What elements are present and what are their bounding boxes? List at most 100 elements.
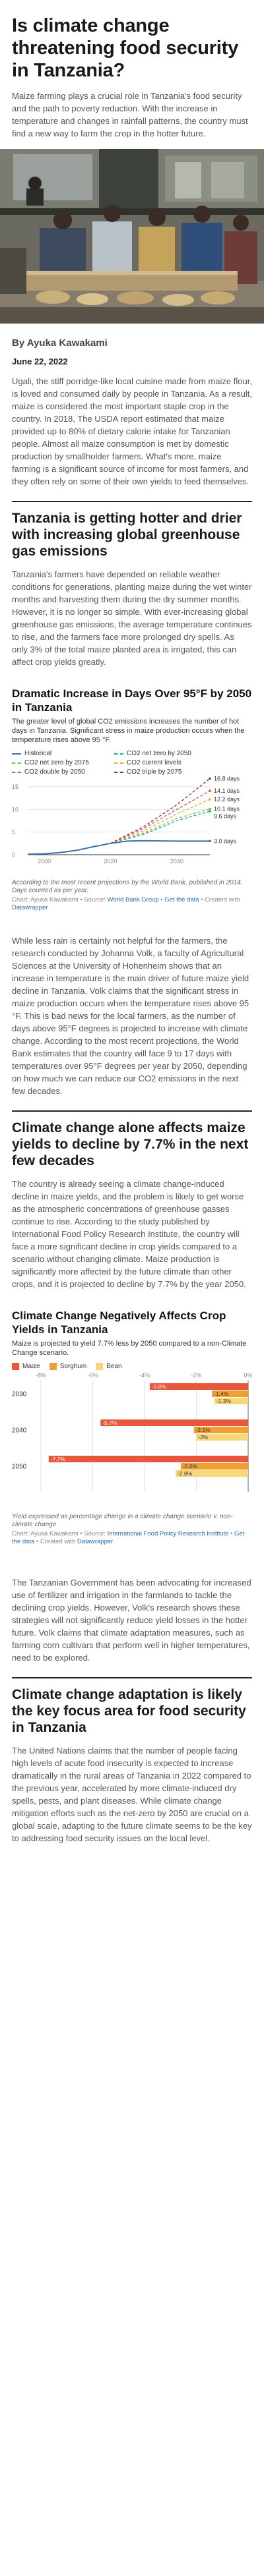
section-paragraph-adaptation: The United Nations claims that the numbe… [12,1746,252,1843]
section-heading-hotter-drier: Tanzania is getting hotter and drier wit… [12,511,242,559]
credit-prefix: Chart: Ayuka Kawakami • Source: [12,1530,108,1537]
line-chart: 0 5 10 15 2000 2020 2040 16.8 days 14.1 days 12.2… [12,776,240,865]
hero-photo [0,149,264,324]
legend-swatch [12,762,21,764]
chart-subtitle: Maize is projected to yield 7.7% less by… [12,1340,247,1357]
x-tick-label: -8% [36,1372,46,1379]
series-end-point [209,777,211,780]
legend-item: CO2 net zero by 2050 [114,750,216,757]
get-data-link[interactable]: Get the data [164,896,199,903]
data-label: 16.8 days [214,776,240,782]
data-label: -7.7% [51,1456,66,1462]
data-label: 12.2 days [214,796,240,803]
datawrapper-link[interactable]: Datawrapper [77,1538,113,1545]
x-tick-label: 0% [244,1372,252,1379]
legend-item: Bean [96,1363,122,1370]
bar-chart: -8% -6% -4% -2% 0% 2030 -3.8% -1.4%-1.3% 2040 -5.… [12,1372,253,1492]
chart-note: According to the most recent projections… [12,879,243,894]
section-divider [12,1110,252,1112]
x-tick-label: 2020 [104,858,117,865]
y-tick-label: 10 [12,806,18,813]
legend-label: Bean [106,1363,122,1370]
market-scene-image [0,149,264,324]
data-label: -1.3% [216,1398,232,1404]
source-link[interactable]: International Food Policy Research Insti… [108,1530,229,1537]
category-label: 2040 [12,1427,27,1435]
legend-swatch [12,771,21,773]
data-label: 10.1 days [214,806,240,813]
data-label: 3.0 days [214,838,237,844]
chart-credit: Chart: Ayuka Kawakami • Source: Internat… [12,1530,252,1546]
section-paragraph-temperature-driver: While less rain is certainly not helpful… [12,936,249,1096]
credit-created: • Created with [34,1538,77,1545]
x-tick-label: 2000 [38,858,51,865]
section-paragraph-hotter-drier: Tanzania's farmers have depended on reli… [12,569,252,667]
legend-item: Historical [12,750,114,757]
section-heading-adaptation: Climate change adaptation is likely the … [12,1687,246,1735]
article-lede: Maize farming plays a crucial role in Ta… [12,91,248,138]
credit-created: • Created with [199,896,240,903]
series-end-point [209,807,211,811]
chart-legend: Historical CO2 net zero by 2050 CO2 net ze… [12,750,216,776]
chart-subtitle: The greater level of global CO2 emission… [12,718,245,744]
data-label: -2.8% [178,1470,193,1477]
data-label: -3.8% [152,1383,167,1390]
article-title: Is climate change threatening food secur… [12,15,239,81]
legend-label: CO2 net zero by 2050 [127,750,191,757]
section-paragraph-yield-decline: The country is already seeing a climate … [12,1179,246,1289]
series-line [27,840,210,855]
data-label: -1.4% [214,1390,229,1397]
chart-title: Dramatic Increase in Days Over 95°F by 2… [12,687,252,714]
series-end-point [209,789,211,792]
category-label: 2050 [12,1464,27,1471]
data-label: -2.1% [196,1427,211,1433]
legend-swatch [114,762,123,764]
legend-swatch [114,771,123,773]
legend-label: Maize [22,1363,40,1370]
data-label: -2.6% [183,1463,198,1470]
publish-date: June 22, 2022 [12,357,68,366]
data-label: 9.6 days [214,813,237,820]
series-line [110,778,211,844]
chart-legend: Maize Sorghum Bean [12,1363,252,1370]
legend-item: CO2 triple by 2075 [114,768,216,776]
legend-swatch [96,1363,104,1370]
chart-credit: Chart: Ayuka Kawakami • Source: World Ba… [12,896,252,912]
hot-days-chart: Dramatic Increase in Days Over 95°F by 2… [12,687,252,912]
x-tick-label: -4% [139,1372,150,1379]
legend-item: Maize [12,1363,40,1370]
section-divider [12,501,252,502]
x-tick-label: -6% [87,1372,98,1379]
x-tick-label: 2040 [170,858,183,865]
datawrapper-link[interactable]: Datawrapper [12,904,48,911]
source-link[interactable]: World Bank Group [108,896,159,903]
legend-label: Historical [24,750,52,757]
intro-paragraph: Ugali, the stiff porridge-like local cui… [12,376,252,486]
section-divider [12,1677,252,1678]
credit-prefix: Chart: Ayuka Kawakami • Source: [12,896,108,903]
credit-separator: • [158,896,165,903]
data-label: 14.1 days [214,787,240,794]
byline: By Ayuka Kawakami [12,337,108,349]
data-label: -2% [199,1434,209,1441]
legend-label: CO2 net zero by 2075 [24,759,89,766]
bar [48,1456,249,1462]
legend-label: CO2 double by 2050 [24,768,85,776]
bar [100,1419,248,1426]
crop-yield-chart: Climate Change Negatively Affects Crop Y… [12,1309,253,1546]
legend-swatch [114,753,123,755]
x-tick-label: -2% [191,1372,201,1379]
category-label: 2030 [12,1391,27,1398]
legend-label: CO2 triple by 2075 [127,768,182,776]
series-end-point [209,810,211,813]
data-label: -5.7% [102,1419,117,1426]
credit-separator: • [228,1530,235,1537]
legend-label: Sorghum [59,1363,87,1370]
chart-note: Yield expressed as percentage change in … [12,1513,233,1528]
legend-item: Sorghum [49,1363,87,1370]
section-heading-yield-decline: Climate change alone affects maize yield… [12,1120,249,1168]
chart-title: Climate Change Negatively Affects Crop Y… [12,1309,226,1336]
y-tick-label: 5 [12,829,15,836]
series-end-point [209,798,211,801]
series-line [110,790,211,844]
